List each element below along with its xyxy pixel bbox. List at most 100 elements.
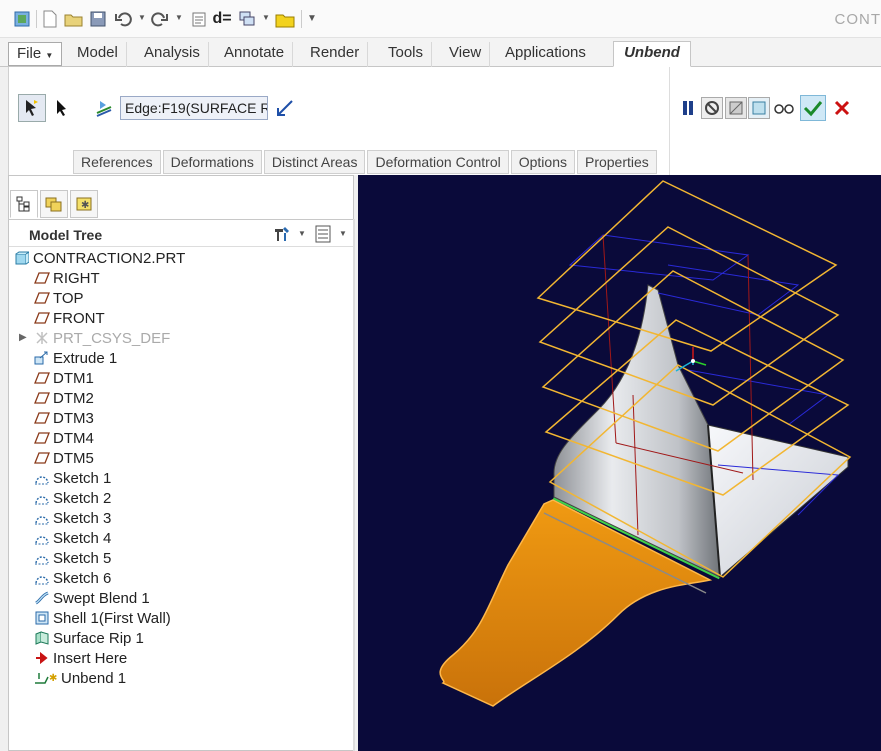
preview-icon[interactable] [725,97,747,119]
windows-dropdown-icon[interactable]: ▼ [262,13,270,22]
tab-file[interactable]: File ▼ [8,42,63,66]
tree-item-insert-here[interactable]: Insert Here [33,648,127,668]
pointer-icon[interactable] [51,96,73,120]
sketch-icon [33,550,51,566]
tree-item-sketch2[interactable]: Sketch 2 [33,488,111,508]
model-tree-tab-icon[interactable] [10,190,38,218]
tab-model[interactable]: Model [69,42,127,67]
tree-item-front[interactable]: FRONT [33,308,105,328]
csys-icon [33,330,51,346]
datum-plane-icon [33,310,51,326]
show-columns-icon[interactable] [313,225,333,243]
subtab-properties[interactable]: Properties [576,150,657,174]
subtab-references[interactable]: References [73,150,161,174]
regenerate-icon[interactable] [189,9,209,29]
datum-plane-icon [33,290,51,306]
folder-browser-tab-icon[interactable] [40,190,68,218]
tree-item-top[interactable]: TOP [33,288,84,308]
quick-access-toolbar: ▼ ▼ d= ▼ ▼ CONT [0,0,881,38]
windows-icon[interactable] [237,9,257,29]
datum-plane-icon [33,410,51,426]
unbend-dashboard: Edge:F19(SURFACE RIP_1) References Defo [8,67,881,175]
swept-blend-icon [33,590,51,606]
tree-item-sketch1[interactable]: Sketch 1 [33,468,111,488]
reference-edge-field[interactable]: Edge:F19(SURFACE RIP_1) [120,96,268,120]
datum-plane-icon [33,430,51,446]
tree-item-dtm3[interactable]: DTM3 [33,408,94,428]
tree-item-sketch3[interactable]: Sketch 3 [33,508,111,528]
subtab-distinct-areas[interactable]: Distinct Areas [263,150,366,174]
flip-direction-icon[interactable] [273,96,297,120]
favorites-tab-icon[interactable]: ✱ [70,190,98,218]
app-window: ▼ ▼ d= ▼ ▼ CONT File ▼ Model Analysis An… [0,0,881,751]
show-dropdown-icon[interactable]: ▼ [339,229,347,238]
tab-applications[interactable]: Applications [497,42,594,67]
tree-item-dtm1[interactable]: DTM1 [33,368,94,388]
navigator-panel: ✱ Model Tree ▼ ▼ CONTRACTION2.PRT RIGHT [8,175,355,751]
undo-dropdown-icon[interactable]: ▼ [138,13,146,22]
graphics-viewport[interactable] [358,175,881,751]
tree-item-csys[interactable]: PRT_CSYS_DEF [33,328,170,348]
tree-item-sketch4[interactable]: Sketch 4 [33,528,111,548]
undo-icon[interactable] [113,9,133,29]
tree-item-sketch6[interactable]: Sketch 6 [33,568,111,588]
edge-reference-icon[interactable] [93,96,117,120]
close-window-icon[interactable] [275,9,295,29]
tab-annotate[interactable]: Annotate [216,42,294,67]
window-icon[interactable] [12,9,32,29]
tree-settings-dropdown-icon[interactable]: ▼ [298,229,306,238]
tab-unbend[interactable]: Unbend [613,41,691,67]
dimension-icon[interactable]: d= [212,9,232,29]
tab-analysis[interactable]: Analysis [136,42,209,67]
pause-icon[interactable] [677,97,699,119]
tree-item-swept-blend[interactable]: Swept Blend 1 [33,588,150,608]
no-preview-icon[interactable] [701,97,723,119]
tab-render[interactable]: Render [302,42,369,67]
tree-scrollbar[interactable] [353,219,355,751]
glasses-icon[interactable] [772,97,796,119]
tree-item-dtm5[interactable]: DTM5 [33,448,94,468]
subtab-deformations[interactable]: Deformations [162,150,262,174]
save-icon[interactable] [88,9,108,29]
expand-arrow-icon[interactable]: ▶ [19,332,27,343]
extrude-icon [33,350,51,366]
shell-icon [33,610,51,626]
redo-dropdown-icon[interactable]: ▼ [175,13,183,22]
tree-item-dtm4[interactable]: DTM4 [33,428,94,448]
redo-icon[interactable] [150,9,170,29]
tree-item-unbend[interactable]: ✱ Unbend 1 [33,668,126,688]
svg-text:✱: ✱ [49,673,57,684]
cancel-x-icon[interactable] [831,97,853,119]
new-icon[interactable] [40,9,60,29]
verify-preview-icon[interactable] [748,97,770,119]
datum-plane-icon [33,270,51,286]
tree-item-surface-rip[interactable]: Surface Rip 1 [33,628,144,648]
tree-item-right[interactable]: RIGHT [33,268,100,288]
tab-view[interactable]: View [441,42,491,67]
datum-plane-icon [33,390,51,406]
dashboard-subtabs: References Deformations Distinct Areas D… [73,150,659,175]
subtab-deformation-control[interactable]: Deformation Control [367,150,509,174]
datum-plane-icon [33,370,51,386]
customize-icon[interactable]: ▼ [307,13,317,24]
sketch-icon [33,570,51,586]
tree-item-shell[interactable]: Shell 1(First Wall) [33,608,171,628]
tab-tools[interactable]: Tools [380,42,433,67]
surface-rip-icon [33,630,51,646]
window-title: CONT [834,11,881,28]
tree-settings-icon[interactable] [272,225,292,243]
unbend-icon: ✱ [33,670,59,686]
subtab-options[interactable]: Options [510,150,575,174]
select-geometry-icon[interactable] [18,94,46,122]
csys-triad [675,347,707,372]
tree-item-extrude[interactable]: Extrude 1 [33,348,117,368]
model-tree-title: Model Tree [29,227,103,243]
tree-item-sketch5[interactable]: Sketch 5 [33,548,111,568]
tree-item-dtm2[interactable]: DTM2 [33,388,94,408]
sketch-icon [33,530,51,546]
ok-checkmark-icon[interactable] [800,95,826,121]
tree-item-part[interactable]: CONTRACTION2.PRT [13,248,185,268]
open-icon[interactable] [64,9,84,29]
model-graphics [439,180,852,707]
shell-right-face [707,424,849,579]
